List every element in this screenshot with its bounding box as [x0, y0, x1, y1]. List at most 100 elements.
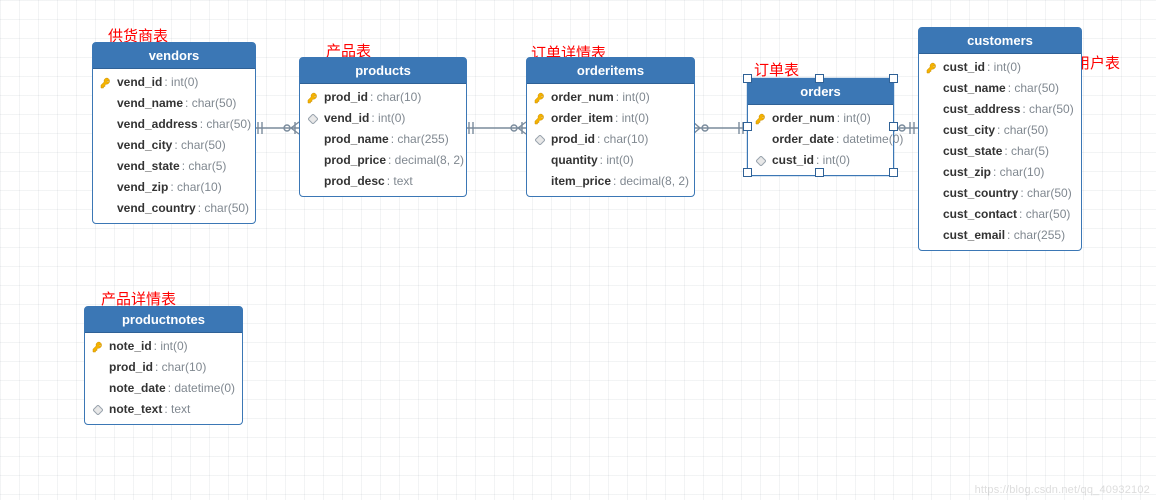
selection-handle[interactable] — [889, 168, 898, 177]
table-vendors[interactable]: vendors vend_id: int(0)vend_name: char(5… — [92, 42, 256, 224]
column-type: : int(0) — [164, 74, 198, 91]
column-name: cust_zip — [943, 164, 991, 181]
column-type: : int(0) — [600, 152, 634, 169]
table-products[interactable]: products prod_id: char(10)vend_id: int(0… — [299, 57, 467, 197]
column[interactable]: cust_city: char(50) — [919, 120, 1081, 141]
selection-handle[interactable] — [889, 122, 898, 131]
column[interactable]: note_id: int(0) — [85, 336, 242, 357]
column-name: vend_name — [117, 95, 183, 112]
column-name: vend_country — [117, 200, 196, 217]
column[interactable]: vend_zip: char(10) — [93, 177, 255, 198]
column-name: order_num — [772, 110, 835, 127]
table-orders[interactable]: orders order_num: int(0)order_date: date… — [747, 78, 894, 176]
foreign-key-icon — [756, 156, 766, 166]
selection-handle[interactable] — [815, 168, 824, 177]
selection-handle[interactable] — [743, 74, 752, 83]
diagram-canvas[interactable]: 供货商表 vendors vend_id: int(0)vend_name: c… — [0, 0, 1156, 500]
blank-icon — [99, 202, 113, 216]
selection-handle[interactable] — [889, 74, 898, 83]
column[interactable]: prod_id: char(10) — [300, 87, 466, 108]
column[interactable]: order_num: int(0) — [748, 108, 893, 129]
column[interactable]: cust_address: char(50) — [919, 99, 1081, 120]
column-type: : char(10) — [993, 164, 1044, 181]
column[interactable]: order_num: int(0) — [527, 87, 694, 108]
column-type: : int(0) — [987, 59, 1021, 76]
column[interactable]: note_date: datetime(0) — [85, 378, 242, 399]
column-name: vend_address — [117, 116, 198, 133]
column[interactable]: note_text: text — [85, 399, 242, 420]
column[interactable]: vend_city: char(50) — [93, 135, 255, 156]
selection-handle[interactable] — [743, 168, 752, 177]
column[interactable]: cust_contact: char(50) — [919, 204, 1081, 225]
column[interactable]: vend_id: int(0) — [300, 108, 466, 129]
blank-icon — [925, 166, 939, 180]
column[interactable]: prod_price: decimal(8, 2) — [300, 150, 466, 171]
column-name: cust_email — [943, 227, 1005, 244]
column[interactable]: prod_id: char(10) — [527, 129, 694, 150]
column[interactable]: prod_name: char(255) — [300, 129, 466, 150]
watermark: https://blog.csdn.net/qq_40932102 — [975, 484, 1150, 496]
primary-key-icon — [99, 76, 113, 90]
column-type: : char(5) — [1004, 143, 1049, 160]
column[interactable]: vend_name: char(50) — [93, 93, 255, 114]
foreign-key-icon — [306, 112, 320, 126]
column[interactable]: cust_id: int(0) — [919, 57, 1081, 78]
foreign-key-icon — [535, 135, 545, 145]
primary-key-icon — [534, 113, 546, 125]
foreign-key-icon — [91, 403, 105, 417]
column[interactable]: vend_id: int(0) — [93, 72, 255, 93]
column-name: prod_price — [324, 152, 386, 169]
column-name: order_date — [772, 131, 834, 148]
blank-icon — [925, 82, 939, 96]
column[interactable]: item_price: decimal(8, 2) — [527, 171, 694, 192]
selection-handle[interactable] — [815, 74, 824, 83]
blank-icon — [99, 181, 113, 195]
column[interactable]: quantity: int(0) — [527, 150, 694, 171]
table-customers[interactable]: customers cust_id: int(0)cust_name: char… — [918, 27, 1082, 251]
primary-key-icon — [533, 91, 547, 105]
column[interactable]: vend_address: char(50) — [93, 114, 255, 135]
column-type: : int(0) — [615, 110, 649, 127]
column-name: prod_desc — [324, 173, 385, 190]
column-type: : char(50) — [174, 137, 225, 154]
column-name: prod_name — [324, 131, 389, 148]
columns-list: order_num: int(0)order_date: datetime(0)… — [748, 105, 893, 175]
columns-list: prod_id: char(10)vend_id: int(0)prod_nam… — [300, 84, 466, 196]
blank-icon — [925, 103, 939, 117]
column[interactable]: order_date: datetime(0) — [748, 129, 893, 150]
column-name: vend_city — [117, 137, 172, 154]
blank-icon — [306, 175, 320, 189]
column-type: : char(5) — [182, 158, 227, 175]
primary-key-icon — [307, 92, 319, 104]
blank-icon — [91, 382, 105, 396]
column-type: : char(50) — [200, 116, 251, 133]
column[interactable]: cust_email: char(255) — [919, 225, 1081, 246]
table-productnotes[interactable]: productnotes note_id: int(0)prod_id: cha… — [84, 306, 243, 425]
primary-key-icon — [755, 113, 767, 125]
column-type: : char(50) — [1019, 206, 1070, 223]
column-name: cust_state — [943, 143, 1002, 160]
primary-key-icon — [926, 62, 938, 74]
column-name: cust_city — [943, 122, 995, 139]
column[interactable]: vend_country: char(50) — [93, 198, 255, 219]
column[interactable]: cust_country: char(50) — [919, 183, 1081, 204]
column[interactable]: cust_zip: char(10) — [919, 162, 1081, 183]
table-title: orderitems — [527, 58, 694, 84]
column-name: vend_zip — [117, 179, 168, 196]
blank-icon — [99, 160, 113, 174]
column[interactable]: prod_id: char(10) — [85, 357, 242, 378]
column[interactable]: cust_name: char(50) — [919, 78, 1081, 99]
table-orderitems[interactable]: orderitems order_num: int(0)order_item: … — [526, 57, 695, 197]
column-name: cust_id — [943, 59, 985, 76]
column[interactable]: order_item: int(0) — [527, 108, 694, 129]
column[interactable]: vend_state: char(5) — [93, 156, 255, 177]
blank-icon — [533, 154, 547, 168]
selection-handle[interactable] — [743, 122, 752, 131]
blank-icon — [306, 133, 320, 147]
column[interactable]: prod_desc: text — [300, 171, 466, 192]
column-name: vend_state — [117, 158, 180, 175]
column[interactable]: cust_state: char(5) — [919, 141, 1081, 162]
primary-key-icon — [754, 112, 768, 126]
blank-icon — [925, 124, 939, 138]
column-type: : char(10) — [370, 89, 421, 106]
